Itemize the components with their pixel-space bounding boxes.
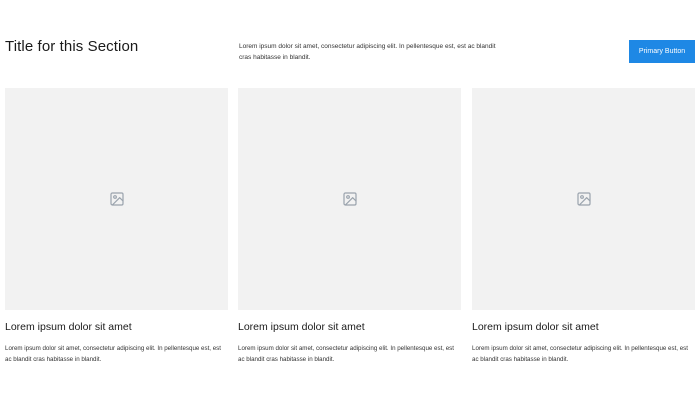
card: Lorem ipsum dolor sit amet Lorem ipsum d… (238, 88, 461, 365)
image-icon (342, 192, 357, 206)
primary-button[interactable]: Primary Button (629, 40, 695, 63)
image-placeholder (238, 88, 461, 310)
card-title: Lorem ipsum dolor sit amet (238, 321, 365, 333)
section-description: Lorem ipsum dolor sit amet, consectetur … (239, 43, 496, 61)
image-icon (576, 192, 591, 206)
card-description: Lorem ipsum dolor sit amet, consectetur … (472, 345, 688, 363)
card-title: Lorem ipsum dolor sit amet (472, 321, 599, 333)
card-description: Lorem ipsum dolor sit amet, consectetur … (238, 345, 454, 363)
card-description: Lorem ipsum dolor sit amet, consectetur … (5, 345, 221, 363)
card-title: Lorem ipsum dolor sit amet (5, 321, 132, 333)
section-page: Title for this Section Lorem ipsum dolor… (0, 0, 700, 406)
image-icon (109, 192, 124, 206)
image-placeholder (472, 88, 695, 310)
card: Lorem ipsum dolor sit amet Lorem ipsum d… (5, 88, 228, 365)
card: Lorem ipsum dolor sit amet Lorem ipsum d… (472, 88, 695, 365)
section-title: Title for this Section (5, 38, 139, 55)
image-placeholder (5, 88, 228, 310)
